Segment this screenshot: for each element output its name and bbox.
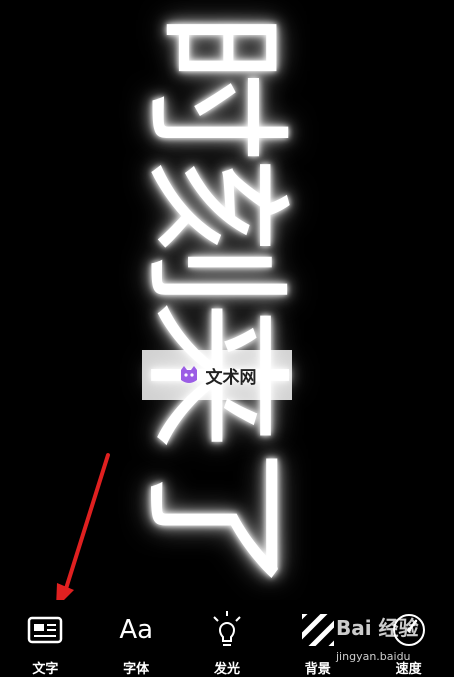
stripes-icon <box>296 608 340 652</box>
font-tool-label: 字体 <box>123 662 150 677</box>
text-tool-button[interactable]: 文字 <box>5 600 85 677</box>
baidu-url-text: jingyan.baidu <box>336 650 411 663</box>
glow-tool-button[interactable]: 发光 <box>187 600 267 677</box>
font-aa-icon: Aa <box>114 608 158 652</box>
glow-tool-label: 发光 <box>213 662 240 677</box>
font-tool-button[interactable]: Aa 字体 <box>96 600 176 677</box>
red-arrow-icon <box>56 453 110 608</box>
background-tool-label: 背景 <box>304 662 331 677</box>
text-tool-label: 文字 <box>32 662 59 677</box>
font-aa-glyph: Aa <box>119 615 154 645</box>
text-card-icon <box>23 608 67 652</box>
baidu-jingyan-watermark: Bai 经验 jingyan.baidu <box>336 610 454 672</box>
baidu-brand-text: Bai 经验 <box>336 616 419 640</box>
lightbulb-icon <box>205 608 249 652</box>
